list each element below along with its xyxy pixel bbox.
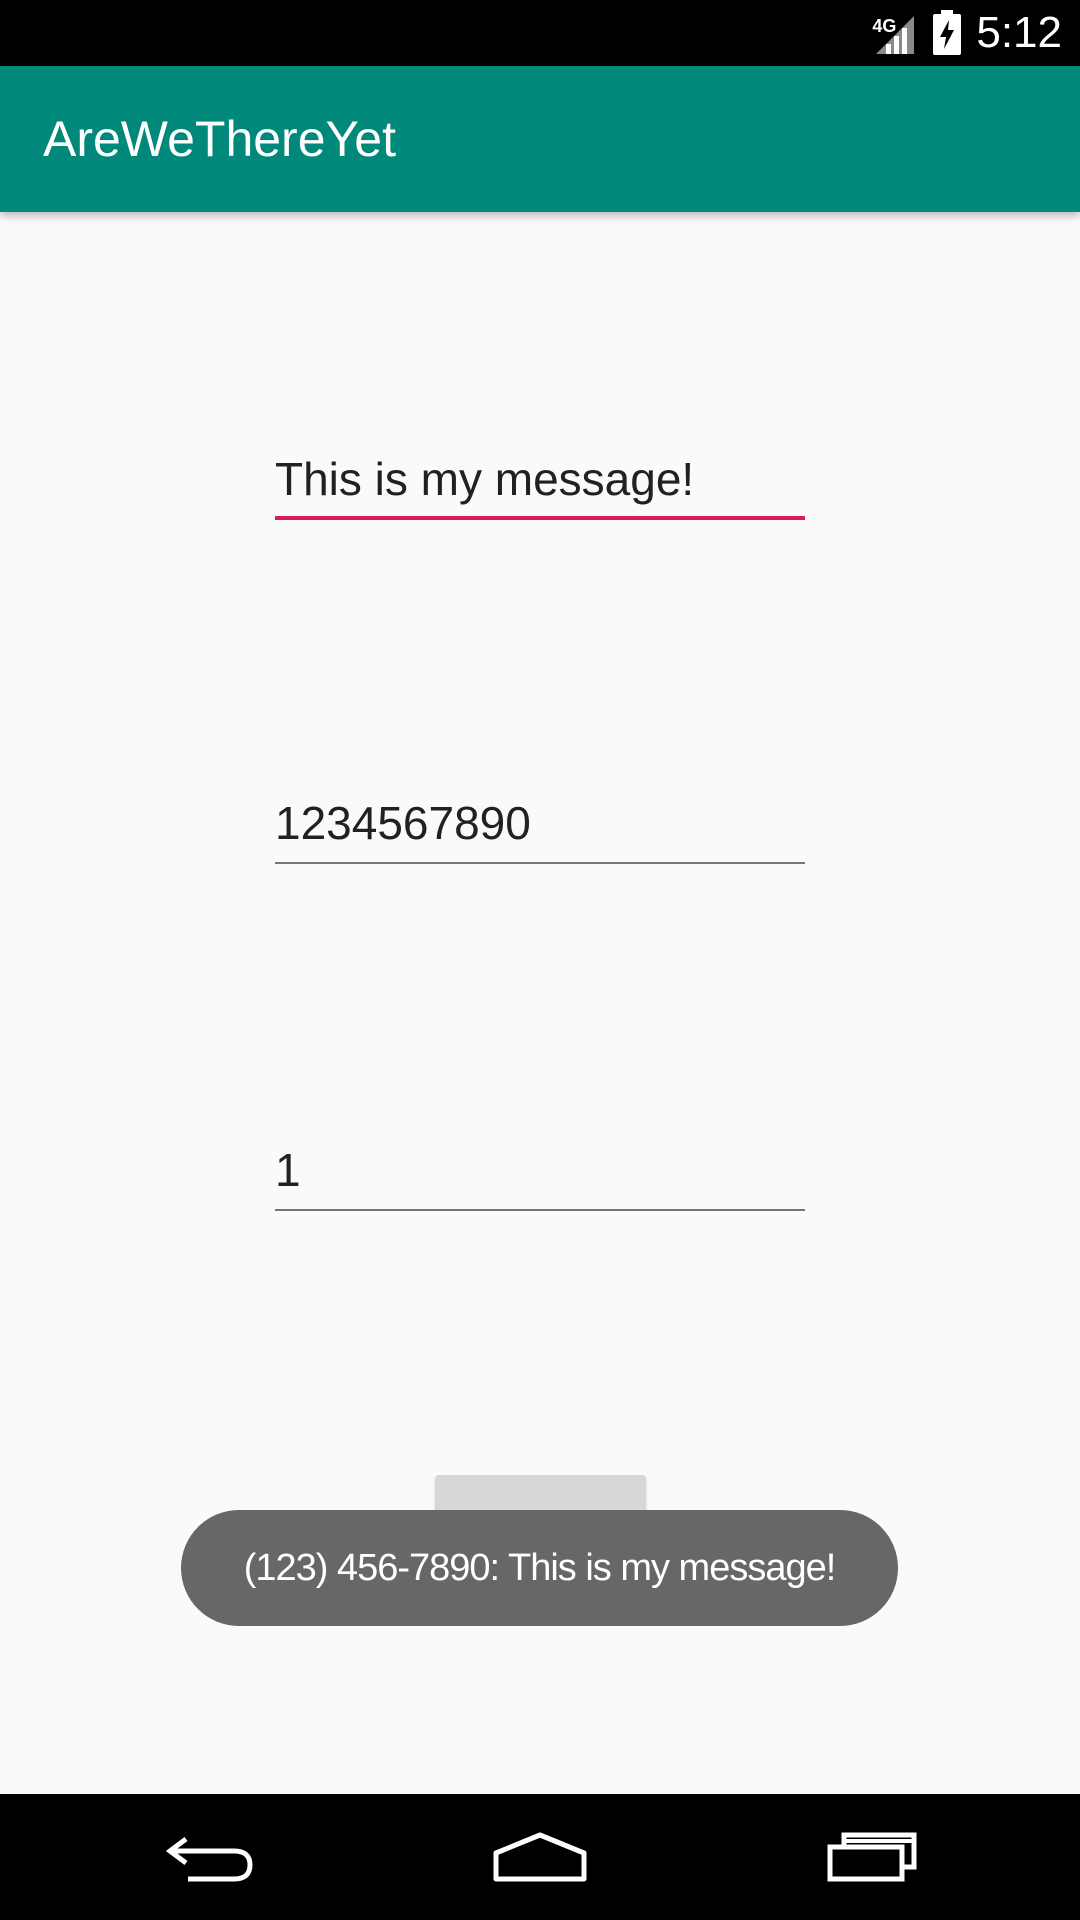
recents-button[interactable] (792, 1794, 952, 1920)
back-button[interactable] (130, 1794, 290, 1920)
signal-icon (876, 16, 915, 54)
battery-charging-icon (933, 10, 962, 55)
phone-number-field-value: 1234567890 (275, 797, 531, 849)
navigation-bar (0, 1794, 1080, 1920)
status-time: 5:12 (976, 8, 1062, 57)
home-button[interactable] (460, 1794, 620, 1920)
home-icon (493, 1832, 587, 1882)
phone-number-field-underline (275, 862, 805, 864)
phone-number-field[interactable]: 1234567890 (275, 794, 805, 864)
toast-message: (123) 456-7890: This is my message! (181, 1510, 898, 1626)
recents-icon (827, 1832, 917, 1882)
back-icon (165, 1837, 253, 1882)
interval-field-value: 1 (275, 1144, 301, 1196)
status-bar: 4G 5:12 (0, 0, 1080, 66)
signal-indicator: 4G (872, 10, 918, 56)
interval-field[interactable]: 1 (275, 1141, 805, 1211)
status-icons: 4G 5:12 (872, 0, 1062, 66)
interval-field-underline (275, 1209, 805, 1211)
message-field-value: This is my message! (275, 453, 695, 505)
app-title: AreWeThereYet (43, 111, 396, 167)
message-field-underline (275, 516, 805, 520)
message-field[interactable]: This is my message! (275, 450, 805, 520)
app-bar: AreWeThereYet (0, 66, 1080, 212)
